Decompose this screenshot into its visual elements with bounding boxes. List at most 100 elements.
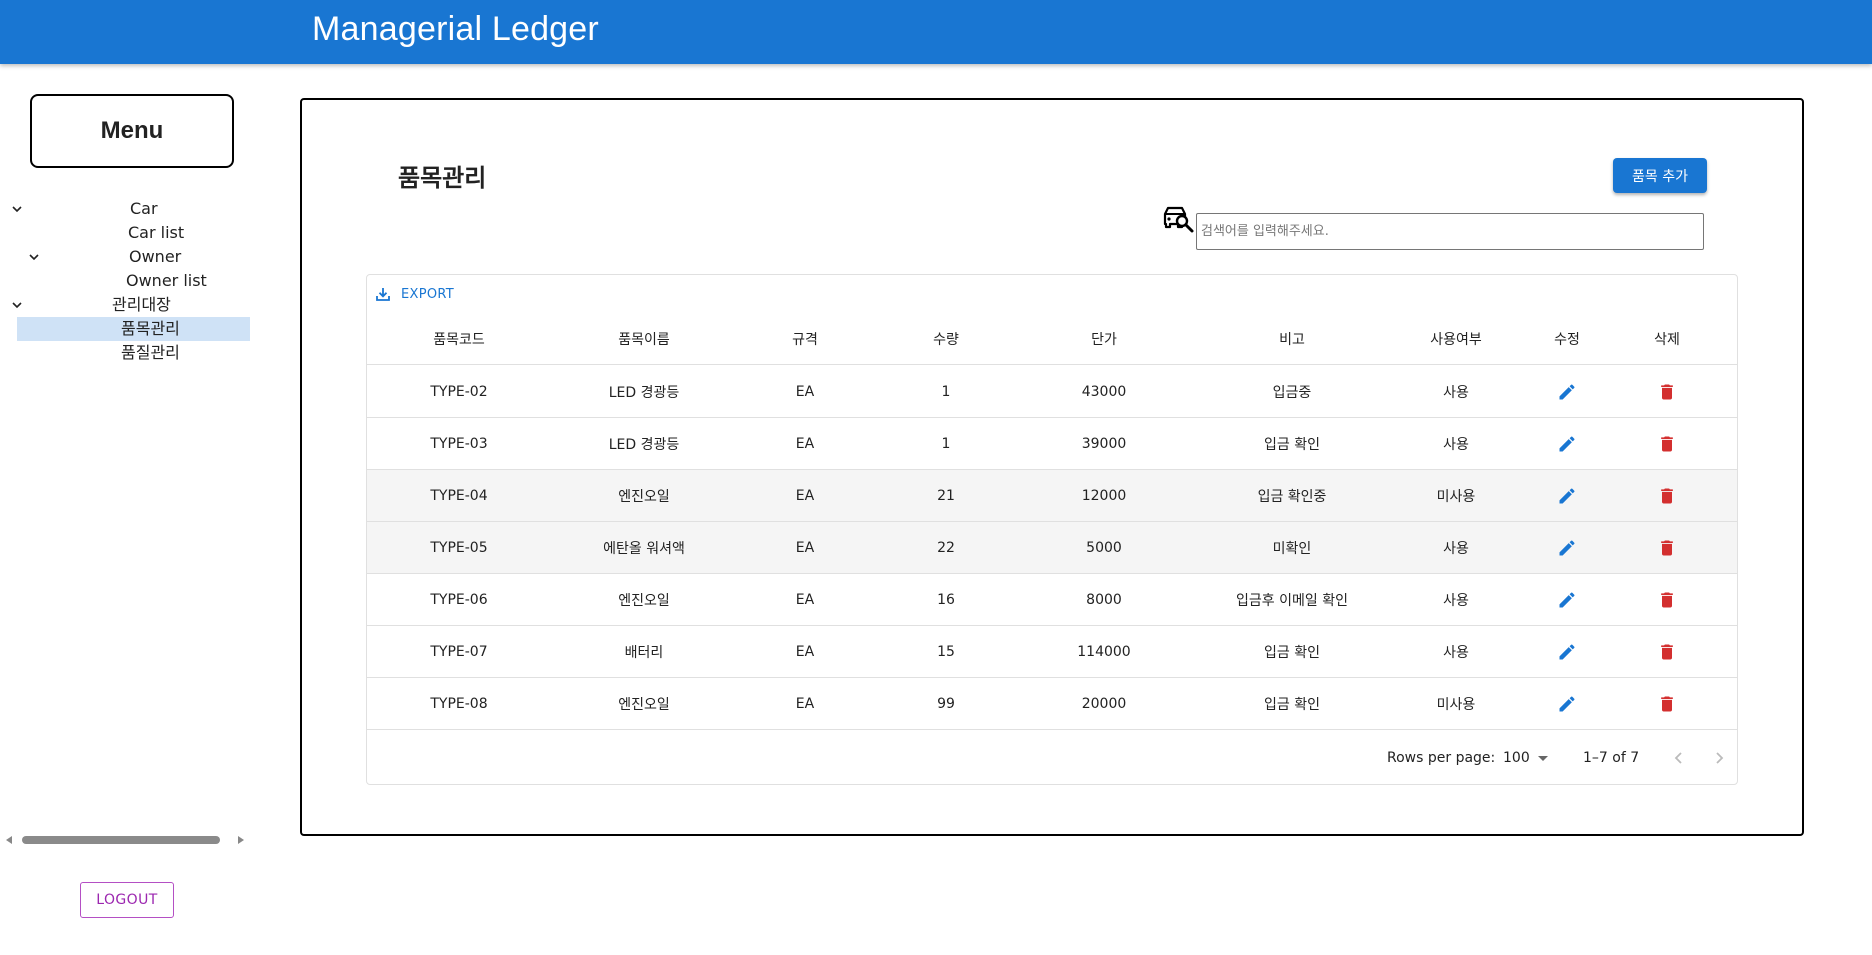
delete-button[interactable]	[1617, 470, 1717, 521]
edit-button[interactable]	[1517, 366, 1617, 417]
column-header-edit[interactable]: 수정	[1517, 313, 1617, 364]
cell-price: 114000	[1077, 643, 1131, 660]
edit-button[interactable]	[1517, 678, 1617, 729]
cell-code: TYPE-04	[430, 487, 488, 504]
table-row[interactable]: TYPE-03 LED 경광등 EA 1 39000 입금 확인 사용	[367, 418, 1737, 470]
column-header-name[interactable]: 품목이름	[551, 313, 737, 364]
cell-note: 입금 확인	[1264, 696, 1320, 713]
column-header-price[interactable]: 단가	[1019, 313, 1189, 364]
trash-icon	[1661, 592, 1673, 607]
next-page-icon[interactable]	[1709, 748, 1729, 768]
column-header-note[interactable]: 비고	[1189, 313, 1395, 364]
cell-price: 20000	[1081, 695, 1127, 712]
cell-code: TYPE-03	[430, 435, 488, 452]
tree-item-label: Owner	[129, 247, 182, 266]
table-row[interactable]: TYPE-05 에탄올 워셔액 EA 22 5000 미확인 사용	[367, 522, 1737, 574]
tree-item-item-management[interactable]: 품목관리	[17, 317, 250, 341]
edit-button[interactable]	[1517, 574, 1617, 625]
pencil-icon	[1559, 695, 1575, 711]
pencil-icon	[1559, 643, 1575, 659]
cell-name: 엔진오일	[618, 488, 670, 505]
cell-price: 43000	[1081, 383, 1127, 400]
grid-footer: Rows per page: 100 1–7 of 7	[367, 731, 1737, 785]
cell-qty: 1	[941, 383, 951, 400]
tree-item-label: 품목관리	[121, 319, 180, 338]
column-header-spec[interactable]: 규격	[737, 313, 873, 364]
app-title: Managerial Ledger	[312, 10, 599, 48]
delete-button[interactable]	[1617, 626, 1717, 677]
edit-button[interactable]	[1517, 418, 1617, 469]
sidebar-horizontal-scrollbar[interactable]	[6, 834, 244, 846]
cell-code: TYPE-08	[430, 695, 488, 712]
delete-button[interactable]	[1617, 522, 1717, 573]
tree-item-car[interactable]: Car	[10, 197, 250, 221]
table-row[interactable]: TYPE-02 LED 경광등 EA 1 43000 입금중 사용	[367, 366, 1737, 418]
cell-spec: EA	[795, 539, 815, 556]
cell-qty: 22	[937, 539, 955, 556]
cell-use: 사용	[1443, 384, 1469, 401]
car-search-icon	[1162, 205, 1196, 235]
edit-button[interactable]	[1517, 626, 1617, 677]
pencil-icon	[1559, 591, 1575, 607]
cell-price: 12000	[1081, 487, 1127, 504]
cell-note: 입금 확인중	[1257, 488, 1327, 505]
export-button[interactable]: EXPORT	[375, 284, 454, 304]
tree-item-owner[interactable]: Owner	[10, 245, 250, 269]
cell-use: 사용	[1443, 540, 1469, 557]
pencil-icon	[1559, 487, 1575, 503]
scrollbar-thumb[interactable]	[22, 836, 220, 844]
table-row[interactable]: TYPE-04 엔진오일 EA 21 12000 입금 확인중 미사용	[367, 470, 1737, 522]
previous-page-icon[interactable]	[1669, 748, 1689, 768]
pagination-range: 1–7 of 7	[1583, 750, 1640, 766]
tree-item-label: Owner list	[126, 271, 207, 290]
chevron-down-icon[interactable]	[10, 293, 24, 317]
delete-button[interactable]	[1617, 418, 1717, 469]
logout-button[interactable]: LOGOUT	[80, 882, 174, 918]
edit-button[interactable]	[1517, 522, 1617, 573]
edit-button[interactable]	[1517, 470, 1617, 521]
table-row[interactable]: TYPE-06 엔진오일 EA 16 8000 입금후 이메일 확인 사용	[367, 574, 1737, 626]
cell-name: LED 경광등	[608, 384, 680, 401]
trash-icon	[1661, 488, 1673, 503]
rows-per-page-value: 100	[1503, 750, 1530, 766]
cell-note: 미확인	[1272, 540, 1312, 557]
tree-item-quality-management[interactable]: 품질관리	[10, 341, 250, 365]
column-header-delete[interactable]: 삭제	[1617, 313, 1717, 364]
delete-button[interactable]	[1617, 366, 1717, 417]
cell-note: 입금 확인	[1264, 436, 1320, 453]
cell-qty: 16	[937, 591, 955, 608]
cell-spec: EA	[795, 695, 815, 712]
cell-name: 엔진오일	[618, 696, 670, 713]
cell-code: TYPE-06	[430, 591, 488, 608]
cell-qty: 21	[937, 487, 955, 504]
column-header-use[interactable]: 사용여부	[1395, 313, 1517, 364]
scroll-right-icon[interactable]	[238, 836, 244, 844]
cell-qty: 15	[937, 643, 955, 660]
chevron-down-icon[interactable]	[10, 197, 24, 221]
pencil-icon	[1559, 539, 1575, 555]
tree-item-ledger[interactable]: 관리대장	[10, 293, 250, 317]
cell-name: 배터리	[624, 644, 664, 661]
column-header-code[interactable]: 품목코드	[367, 313, 551, 364]
cell-spec: EA	[795, 591, 815, 608]
scroll-left-icon[interactable]	[6, 836, 12, 844]
table-row[interactable]: TYPE-07 배터리 EA 15 114000 입금 확인 사용	[367, 626, 1737, 678]
cell-use: 사용	[1443, 644, 1469, 661]
add-item-button[interactable]: 품목 추가	[1613, 158, 1707, 193]
tree-item-car-list[interactable]: Car list	[10, 221, 250, 245]
delete-button[interactable]	[1617, 574, 1717, 625]
trash-icon	[1661, 436, 1673, 451]
rows-per-page-select[interactable]: 100	[1503, 731, 1548, 785]
page-title: 품목관리	[398, 164, 487, 192]
cell-use: 사용	[1443, 436, 1469, 453]
tree-item-owner-list[interactable]: Owner list	[10, 269, 250, 293]
pencil-icon	[1559, 435, 1575, 451]
column-header-qty[interactable]: 수량	[873, 313, 1019, 364]
cell-price: 8000	[1086, 591, 1122, 608]
table-row[interactable]: TYPE-08 엔진오일 EA 99 20000 입금 확인 미사용	[367, 678, 1737, 730]
delete-button[interactable]	[1617, 678, 1717, 729]
chevron-down-icon[interactable]	[27, 245, 41, 269]
cell-qty: 1	[941, 435, 951, 452]
search-input[interactable]	[1196, 213, 1704, 250]
trash-icon	[1661, 540, 1673, 555]
